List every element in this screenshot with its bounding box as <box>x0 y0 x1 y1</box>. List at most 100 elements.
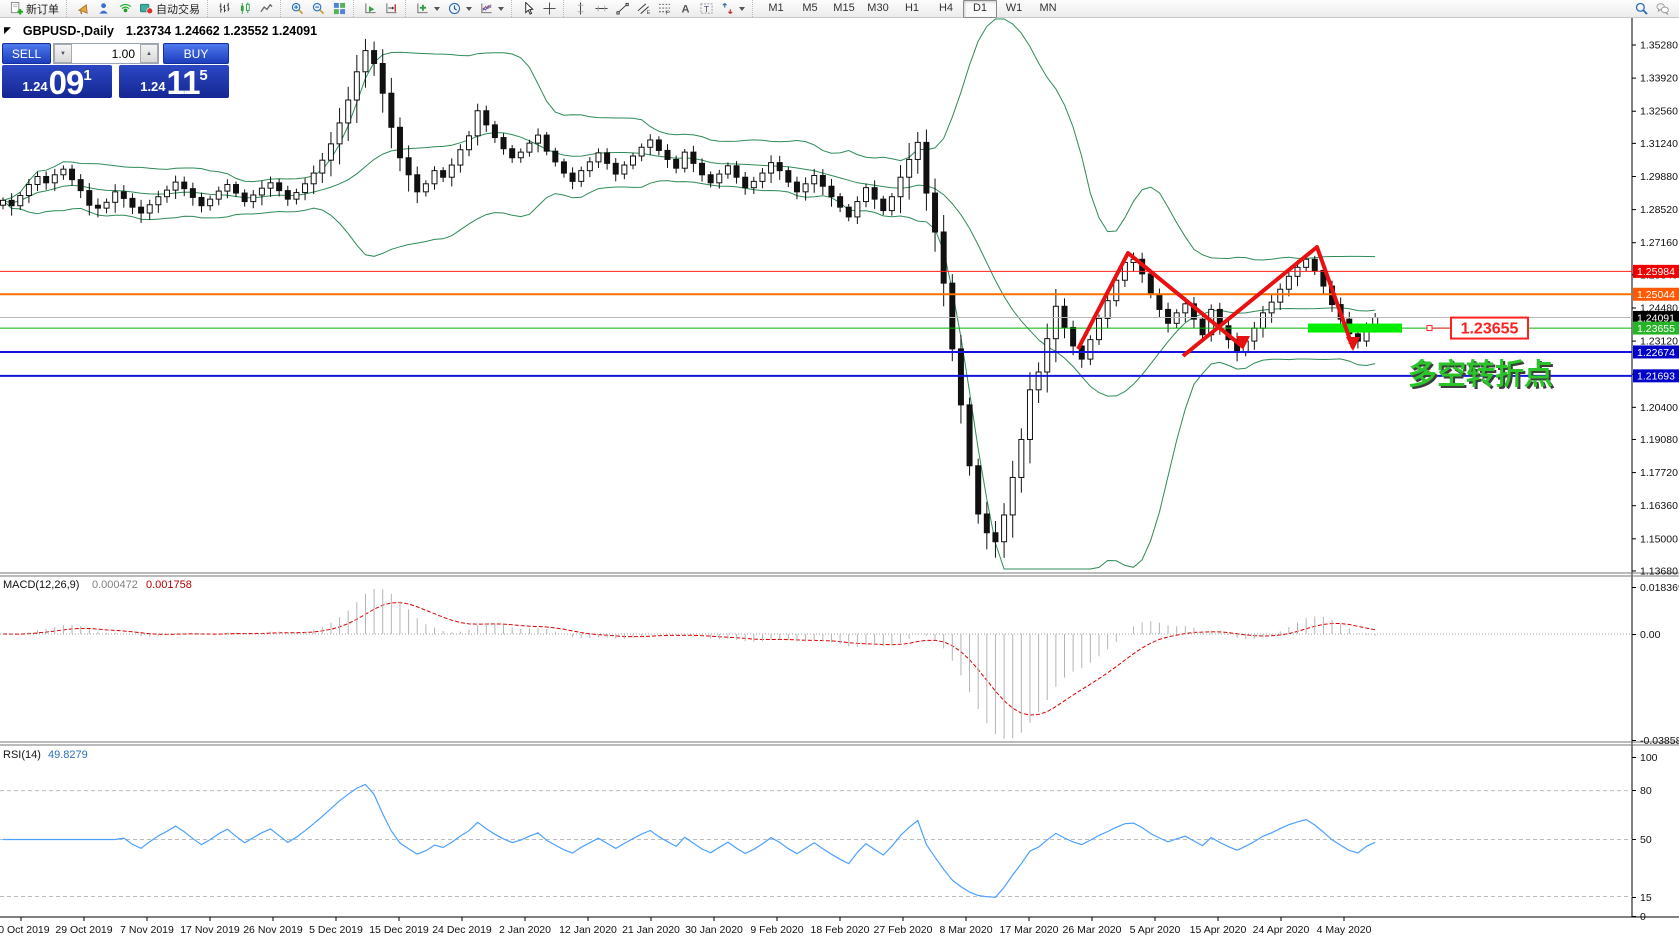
arrows-button[interactable] <box>717 1 749 16</box>
svg-text:MACD(12,26,9): MACD(12,26,9) <box>3 579 79 591</box>
cn-annotation-text[interactable]: 多空转折点多空转折点 <box>1408 357 1555 393</box>
price-axis[interactable]: 1.35280 1.33920 1.32560 1.31240 1.29880 1.285… <box>1632 40 1678 578</box>
volume-increase-button[interactable]: ▲ <box>140 44 158 63</box>
chart-shift-button[interactable] <box>381 1 402 16</box>
chart-title: ◤ GBPUSD-,Daily 1.23734 1.24662 1.23552 … <box>4 24 317 38</box>
channel-button[interactable] <box>633 1 654 16</box>
crosshair-icon <box>543 2 556 15</box>
channel-icon <box>637 2 650 15</box>
svg-text:1.25984: 1.25984 <box>1637 266 1675 278</box>
cursor-icon <box>522 2 535 15</box>
buy-button[interactable]: BUY <box>163 43 229 64</box>
template-icon <box>480 2 493 15</box>
market-button[interactable] <box>115 1 136 16</box>
macd-axis[interactable]: 0.018369 0.00 -0.038585 <box>1632 582 1679 747</box>
green-highlight-bar[interactable] <box>1308 323 1402 333</box>
svg-text:24 Dec 2019: 24 Dec 2019 <box>432 924 492 936</box>
svg-text:5 Apr 2020: 5 Apr 2020 <box>1130 924 1181 936</box>
svg-text:4 May 2020: 4 May 2020 <box>1317 924 1372 936</box>
timeframe-d1[interactable]: D1 <box>963 0 997 18</box>
indicators-icon <box>416 2 429 15</box>
svg-text:20 Oct 2019: 20 Oct 2019 <box>0 924 50 936</box>
svg-text:1.23655: 1.23655 <box>1637 323 1675 335</box>
ask-prefix: 1.24 <box>140 79 166 94</box>
timeframe-m5[interactable]: M5 <box>793 0 827 18</box>
candle-chart-button[interactable] <box>235 1 256 16</box>
timeframes-group: M1 M5 M15 M30 H1 H4 D1 W1 MN <box>752 0 1068 18</box>
timeframe-w1[interactable]: W1 <box>997 0 1031 18</box>
svg-text:21 Jan 2020: 21 Jan 2020 <box>622 924 680 936</box>
new-order-button[interactable]: 新订单 <box>6 1 63 16</box>
candles-chart-icon <box>239 2 252 15</box>
vertical-line-button[interactable] <box>570 1 591 16</box>
price-axis-badges: 1.240911.259841.250441.236551.226741.216… <box>1633 264 1679 383</box>
chart-ohlc-values: 1.23734 1.24662 1.23552 1.24091 <box>125 24 318 38</box>
time-axis[interactable]: 20 Oct 2019 29 Oct 2019 7 Nov 2019 17 Nov 2… <box>0 917 1372 936</box>
auto-scroll-button[interactable] <box>360 1 381 16</box>
line-chart-button[interactable] <box>256 1 277 16</box>
svg-text:50: 50 <box>1640 834 1652 846</box>
line-chart-icon <box>260 2 273 15</box>
svg-text:1.27160: 1.27160 <box>1640 237 1678 249</box>
svg-text:1.21693: 1.21693 <box>1637 371 1675 383</box>
timeframe-m30[interactable]: M30 <box>861 0 895 18</box>
rsi-axis[interactable]: 100 80 50 15 0 <box>1632 752 1658 923</box>
toolbar-right-icons <box>1631 1 1679 16</box>
timeframe-m15[interactable]: M15 <box>827 0 861 18</box>
text-button[interactable] <box>675 1 696 16</box>
autoscroll-icon <box>364 2 377 15</box>
search-button[interactable] <box>1631 1 1652 16</box>
chevron-down-icon[interactable] <box>466 6 472 11</box>
templates-button[interactable] <box>476 1 508 16</box>
svg-text:24 Apr 2020: 24 Apr 2020 <box>1253 924 1310 936</box>
zoom-in-button[interactable] <box>287 1 308 16</box>
timeframe-h1[interactable]: H1 <box>895 0 929 18</box>
periods-button[interactable] <box>444 1 476 16</box>
toolbar-group <box>563 0 752 17</box>
svg-text:49.8279: 49.8279 <box>48 749 88 761</box>
crosshair-button[interactable] <box>539 1 560 16</box>
indicators-button[interactable] <box>412 1 444 16</box>
toolbar-group <box>207 0 280 17</box>
person-icon <box>98 2 111 15</box>
symbol-marker-icon: ◤ <box>4 24 11 35</box>
zoom-out-button[interactable] <box>308 1 329 16</box>
fibonacci-button[interactable] <box>654 1 675 16</box>
timeframe-m1[interactable]: M1 <box>759 0 793 18</box>
cursor-button[interactable] <box>518 1 539 16</box>
sell-button[interactable]: SELL <box>2 43 51 64</box>
tile-windows-button[interactable] <box>329 1 350 16</box>
bid-price: 1.24 09 1 <box>2 65 112 99</box>
svg-text:1.28520: 1.28520 <box>1640 204 1678 216</box>
toolbar-group <box>511 0 563 17</box>
one-click-trading-panel[interactable]: SELL ▼ ▲ BUY 1.24 09 1 1.24 11 5 <box>2 43 229 99</box>
timeframe-mn[interactable]: MN <box>1031 0 1065 18</box>
svg-text:17 Nov 2019: 17 Nov 2019 <box>180 924 240 936</box>
text-label-button[interactable] <box>696 1 717 16</box>
bar-chart-button[interactable] <box>214 1 235 16</box>
volume-stepper[interactable]: ▼ ▲ <box>53 43 159 64</box>
horizontal-line-button[interactable] <box>591 1 612 16</box>
chevron-down-icon[interactable] <box>434 6 440 11</box>
autotrading-button[interactable]: 自动交易 <box>136 1 204 16</box>
trendline-button[interactable] <box>612 1 633 16</box>
svg-text:0: 0 <box>1640 911 1646 923</box>
svg-text:12 Jan 2020: 12 Jan 2020 <box>559 924 617 936</box>
svg-text:2 Jan 2020: 2 Jan 2020 <box>499 924 551 936</box>
chart-canvas[interactable]: 1.35280 1.33920 1.32560 1.31240 1.29880 1.285… <box>0 17 1679 940</box>
price-callout[interactable]: 1.23655 <box>1426 316 1529 340</box>
macd-signal-line <box>2 602 1376 716</box>
chat-button[interactable] <box>1652 1 1673 16</box>
volume-input[interactable] <box>72 44 140 63</box>
community-button[interactable] <box>94 1 115 16</box>
chevron-down-icon[interactable] <box>498 6 504 11</box>
volume-decrease-button[interactable]: ▼ <box>54 44 72 63</box>
signals-button[interactable] <box>73 1 94 16</box>
chevron-down-icon[interactable] <box>739 6 745 11</box>
timeframe-h4[interactable]: H4 <box>929 0 963 18</box>
svg-text:0.00: 0.00 <box>1640 629 1661 641</box>
svg-text:1.13680: 1.13680 <box>1640 565 1678 577</box>
svg-text:15: 15 <box>1640 892 1652 904</box>
svg-text:1.23655: 1.23655 <box>1461 321 1519 338</box>
toolbar-group: 自动交易 <box>66 0 207 17</box>
